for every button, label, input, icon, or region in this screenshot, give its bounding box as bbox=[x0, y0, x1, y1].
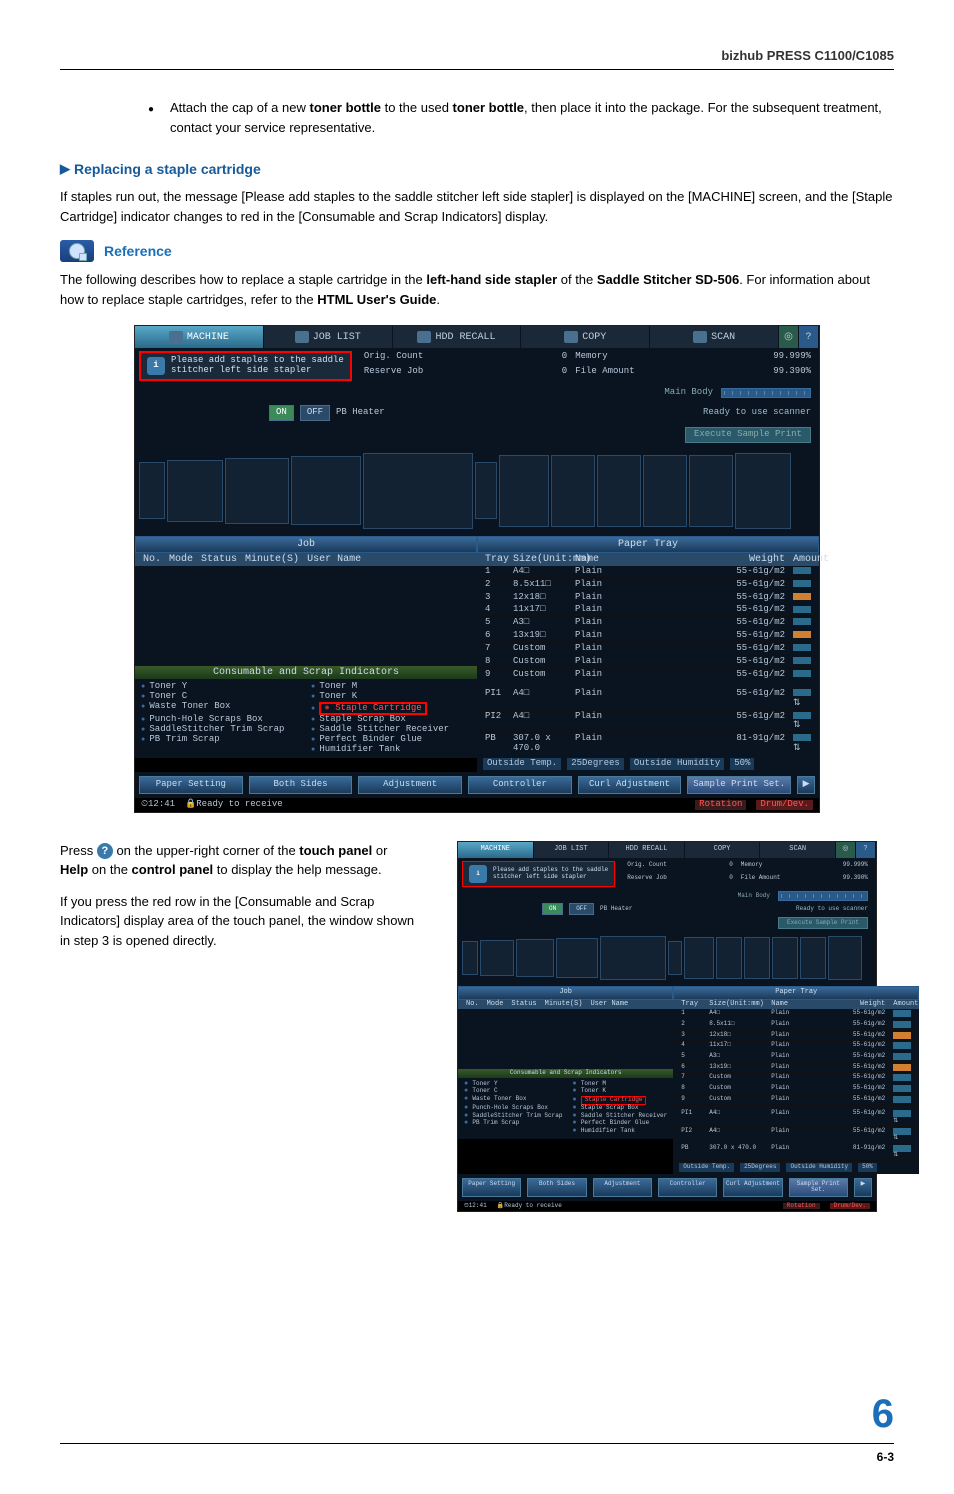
consumable-title: Consumable and Scrap Indicators bbox=[135, 666, 477, 679]
pb-on-button[interactable]: ON bbox=[269, 405, 294, 421]
tray-row[interactable]: 1A4□Plain55-61g/m2 bbox=[477, 566, 819, 579]
tab-scan[interactable]: SCAN bbox=[650, 326, 779, 348]
red-row-para: If you press the red row in the [Consuma… bbox=[60, 892, 416, 951]
eco-icon-s[interactable]: ◎ bbox=[836, 842, 856, 858]
tray-title: Paper Tray bbox=[477, 536, 819, 553]
stats: Orig. Count0Memory99.999% Reserve Job0Fi… bbox=[356, 348, 819, 384]
chapter-number: 6 bbox=[60, 1392, 894, 1437]
header-model: bizhub PRESS C1100/C1085 bbox=[60, 48, 894, 63]
both-sides-button[interactable]: Both Sides bbox=[249, 776, 353, 794]
tab-joblist-s[interactable]: JOB LIST bbox=[534, 842, 610, 858]
machine-diagram bbox=[135, 446, 819, 536]
rotation-indicator: Rotation bbox=[695, 800, 746, 810]
warning-message: iPlease add staples to the saddle stitch… bbox=[139, 351, 352, 381]
tray-header: TraySize(Unit:mm)NameWeightAmount bbox=[477, 553, 819, 566]
reference-icon bbox=[60, 240, 94, 262]
warning-message-s: iPlease add staples to the saddle stitch… bbox=[462, 861, 615, 887]
pi-rows: PI1A4□Plain55-61g/m2 ⇅PI2A4□Plain55-61g/… bbox=[477, 688, 819, 756]
tray-row[interactable]: 28.5x11□Plain55-61g/m2 bbox=[673, 1020, 919, 1031]
mainbody-label: Main Body bbox=[664, 388, 713, 398]
tray-row[interactable]: 8CustomPlain55-61g/m2 bbox=[477, 656, 819, 669]
button-row: Paper Setting Both Sides Adjustment Cont… bbox=[135, 772, 819, 798]
pb-off-button[interactable]: OFF bbox=[300, 405, 330, 421]
controller-button[interactable]: Controller bbox=[468, 776, 572, 794]
tab-copy[interactable]: COPY bbox=[521, 326, 650, 348]
env-row: Outside Temp.25DegreesOutside Humidity50… bbox=[477, 756, 819, 772]
tray-row[interactable]: PI2A4□Plain55-61g/m2 ⇅ bbox=[477, 711, 819, 734]
tray-row[interactable]: 411x17□Plain55-61g/m2 bbox=[477, 604, 819, 617]
drum-indicator: Drum/Dev. bbox=[756, 800, 813, 810]
reference-heading: Reference bbox=[60, 240, 894, 262]
reference-label: Reference bbox=[104, 243, 172, 259]
tab-recall[interactable]: HDD RECALL bbox=[393, 326, 522, 348]
tray-row[interactable]: 5A3□Plain55-61g/m2 bbox=[477, 617, 819, 630]
tray-rows: 1A4□Plain55-61g/m228.5x11□Plain55-61g/m2… bbox=[477, 566, 819, 682]
tray-row[interactable]: 613x19□Plain55-61g/m2 bbox=[673, 1063, 919, 1074]
reference-para: The following describes how to replace a… bbox=[60, 270, 894, 309]
next-arrow-button[interactable]: ▶ bbox=[797, 776, 815, 794]
tray-row[interactable]: 411x17□Plain55-61g/m2 bbox=[673, 1041, 919, 1052]
eco-icon[interactable]: ◎ bbox=[779, 326, 799, 348]
machine-screenshot-large: MACHINE JOB LIST HDD RECALL COPY SCAN ◎ … bbox=[60, 325, 894, 813]
tray-row[interactable]: 613x19□Plain55-61g/m2 bbox=[477, 630, 819, 643]
job-title: Job bbox=[135, 536, 477, 553]
help-circle-icon: ? bbox=[97, 843, 113, 859]
ready-scanner: Ready to use scanner bbox=[703, 408, 811, 418]
curl-adjust-button[interactable]: Curl Adjustment bbox=[578, 776, 682, 794]
bullet-text: Attach the cap of a new toner bottle to … bbox=[170, 98, 894, 137]
heading-replace-staple: ▶ Replacing a staple cartridge bbox=[60, 161, 894, 177]
sample-print-button[interactable]: Sample Print Set. bbox=[687, 776, 791, 794]
job-empty bbox=[135, 566, 477, 666]
tray-row[interactable]: PB307.0 x 470.0Plain81-91g/m2 ⇅ bbox=[477, 733, 819, 756]
para-staples: If staples run out, the message [Please … bbox=[60, 187, 894, 226]
consumable-area[interactable]: Toner YToner M Toner CToner K Waste Tone… bbox=[135, 679, 477, 758]
tray-row[interactable]: PI2A4□Plain55-61g/m2 ⇅ bbox=[673, 1127, 919, 1144]
pb-heater-label: PB Heater bbox=[336, 408, 385, 418]
machine-screenshot-small: MACHINE JOB LIST HDD RECALL COPY SCAN ◎ … bbox=[440, 841, 894, 1213]
paper-setting-button[interactable]: Paper Setting bbox=[139, 776, 243, 794]
machine-screen: MACHINE JOB LIST HDD RECALL COPY SCAN ◎ … bbox=[134, 325, 820, 813]
tab-machine-s[interactable]: MACHINE bbox=[458, 842, 534, 858]
triangle-icon: ▶ bbox=[60, 161, 70, 177]
tab-copy-s[interactable]: COPY bbox=[685, 842, 761, 858]
help-icon-s[interactable]: ? bbox=[856, 842, 876, 858]
tray-row[interactable]: 312x18□Plain55-61g/m2 bbox=[477, 592, 819, 605]
page-number: 6-3 bbox=[60, 1450, 894, 1464]
tray-row[interactable]: PB307.0 x 470.0Plain81-91g/m2 ⇅ bbox=[673, 1144, 919, 1161]
bullet-icon bbox=[148, 98, 170, 137]
tab-recall-s[interactable]: HDD RECALL bbox=[609, 842, 685, 858]
tray-row[interactable]: PI1A4□Plain55-61g/m2 ⇅ bbox=[477, 688, 819, 711]
tab-scan-s[interactable]: SCAN bbox=[760, 842, 836, 858]
tray-row[interactable]: 7CustomPlain55-61g/m2 bbox=[477, 643, 819, 656]
adjustment-button[interactable]: Adjustment bbox=[358, 776, 462, 794]
staple-cartridge-indicator[interactable]: Staple Cartridge bbox=[335, 703, 421, 713]
footer-row: ⏲12:41 🔒Ready to receive Rotation Drum/D… bbox=[135, 798, 819, 812]
tray-row[interactable]: 9CustomPlain55-61g/m2 bbox=[673, 1095, 919, 1106]
tray-row[interactable]: 5A3□Plain55-61g/m2 bbox=[673, 1052, 919, 1063]
tray-row[interactable]: 312x18□Plain55-61g/m2 bbox=[673, 1031, 919, 1042]
tray-row[interactable]: 1A4□Plain55-61g/m2 bbox=[673, 1009, 919, 1020]
tray-row[interactable]: 28.5x11□Plain55-61g/m2 bbox=[477, 579, 819, 592]
tab-joblist[interactable]: JOB LIST bbox=[264, 326, 393, 348]
tray-row[interactable]: 7CustomPlain55-61g/m2 bbox=[673, 1073, 919, 1084]
job-header: No.ModeStatusMinute(S)User Name bbox=[135, 553, 477, 566]
help-icon[interactable]: ? bbox=[799, 326, 819, 348]
tray-row[interactable]: 9CustomPlain55-61g/m2 bbox=[477, 669, 819, 682]
tray-row[interactable]: PI1A4□Plain55-61g/m2 ⇅ bbox=[673, 1109, 919, 1126]
tray-row[interactable]: 8CustomPlain55-61g/m2 bbox=[673, 1084, 919, 1095]
tab-machine[interactable]: MACHINE bbox=[135, 326, 264, 348]
header-rule bbox=[60, 69, 894, 70]
info-icon: i bbox=[147, 357, 165, 375]
scale-bar bbox=[721, 388, 811, 398]
footer-rule bbox=[60, 1443, 894, 1444]
press-help-para: Press ? on the upper-right corner of the… bbox=[60, 841, 416, 880]
bullet-list: Attach the cap of a new toner bottle to … bbox=[148, 98, 894, 137]
execute-sample-button[interactable]: Execute Sample Print bbox=[685, 427, 811, 443]
